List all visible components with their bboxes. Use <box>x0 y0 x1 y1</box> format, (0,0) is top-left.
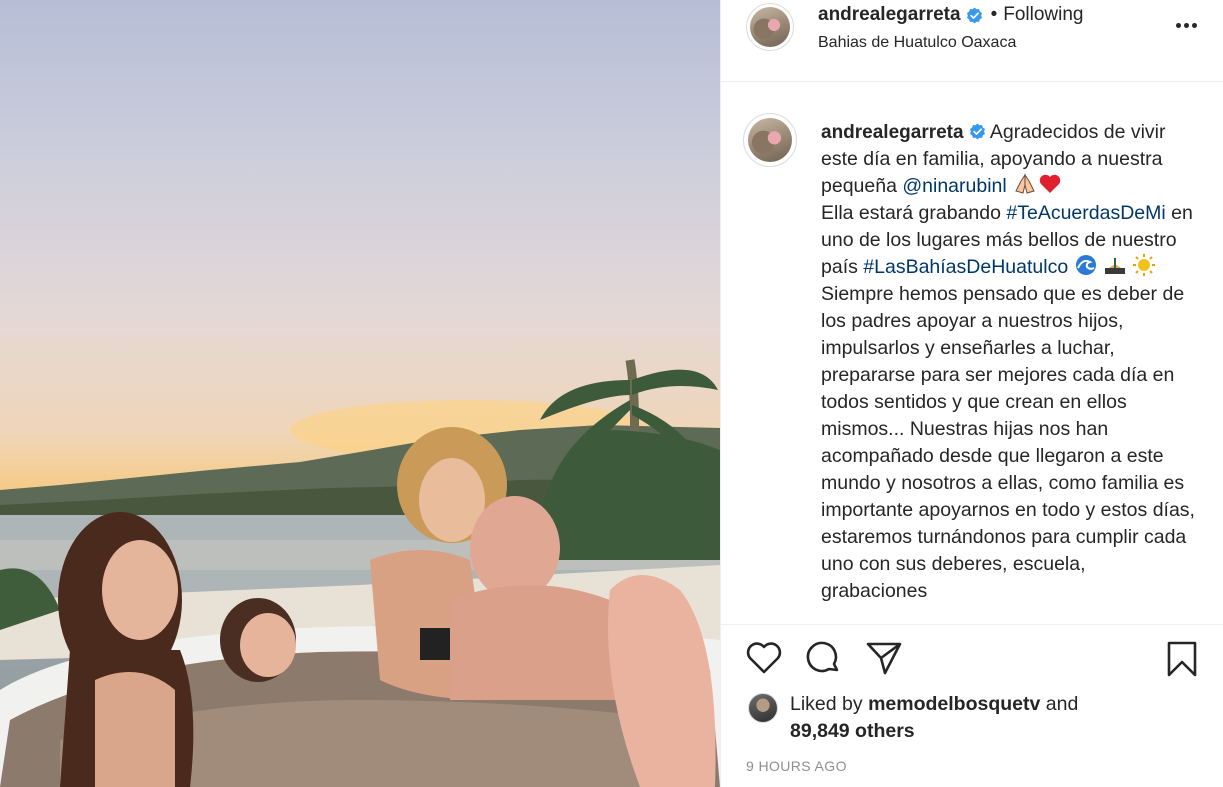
more-dot <box>1184 22 1189 28</box>
paper-plane-icon[interactable] <box>865 640 903 676</box>
post-actions: Liked by memodelbosquetv and 89,849 othe… <box>721 624 1223 787</box>
caption-text-4: Siempre hemos pensado que es deber de lo… <box>821 283 1195 602</box>
praying-hands-icon <box>1015 173 1035 194</box>
liker-username-link[interactable]: memodelbosquetv <box>868 693 1040 715</box>
likes-prefix: Liked by <box>790 693 869 715</box>
username-link[interactable]: andrealegarreta <box>818 4 961 26</box>
post-photo[interactable] <box>0 0 720 787</box>
bookmark-icon[interactable] <box>1165 640 1199 678</box>
avatar-image <box>750 7 790 47</box>
red-heart-icon <box>1039 174 1061 193</box>
comment-icon[interactable] <box>805 640 843 676</box>
heart-icon[interactable] <box>745 640 783 676</box>
avatar-image <box>748 118 792 162</box>
post-timestamp[interactable]: 9 HOURS AGO <box>746 758 847 774</box>
likes-row: Liked by memodelbosquetv and 89,849 othe… <box>748 691 1078 745</box>
hashtag-link[interactable]: #LasBahíasDeHuatulco <box>863 256 1068 278</box>
follow-separator: • <box>990 4 998 25</box>
verified-badge-icon <box>969 123 985 140</box>
island-icon <box>1105 258 1126 274</box>
post-caption: andrealegarreta Agradecidos de vivir est… <box>821 119 1196 605</box>
verified-badge-icon <box>966 7 982 23</box>
location-link[interactable]: Bahias de Huatulco Oaxaca <box>818 34 1016 52</box>
likes-count-link[interactable]: 89,849 others <box>790 720 915 742</box>
more-options-icon[interactable] <box>1176 18 1202 32</box>
post-image <box>0 359 720 787</box>
caption-username-link[interactable]: andrealegarreta <box>821 122 964 143</box>
header-user-line: andrealegarreta • Following <box>818 4 1084 26</box>
likes-text: Liked by memodelbosquetv and 89,849 othe… <box>790 691 1078 745</box>
avatar[interactable] <box>746 3 794 51</box>
wave-icon <box>1075 255 1096 275</box>
caption-avatar[interactable] <box>743 113 797 167</box>
post-side-panel: andrealegarreta • Following Bahias de Hu… <box>720 0 1223 787</box>
likes-conjunction: and <box>1040 693 1079 715</box>
liker-avatar[interactable] <box>748 693 778 723</box>
mention-link[interactable]: @ninarubinl <box>902 175 1006 197</box>
comments-area[interactable]: andrealegarreta Agradecidos de vivir est… <box>721 83 1223 623</box>
caption-text-2: Ella estará grabando <box>821 202 1007 224</box>
more-dot <box>1176 22 1181 28</box>
following-button[interactable]: Following <box>1003 4 1083 26</box>
sun-icon <box>1133 254 1156 276</box>
post-header: andrealegarreta • Following Bahias de Hu… <box>721 0 1223 82</box>
hashtag-link[interactable]: #TeAcuerdasDeMi <box>1006 202 1165 224</box>
more-dot <box>1192 22 1197 28</box>
